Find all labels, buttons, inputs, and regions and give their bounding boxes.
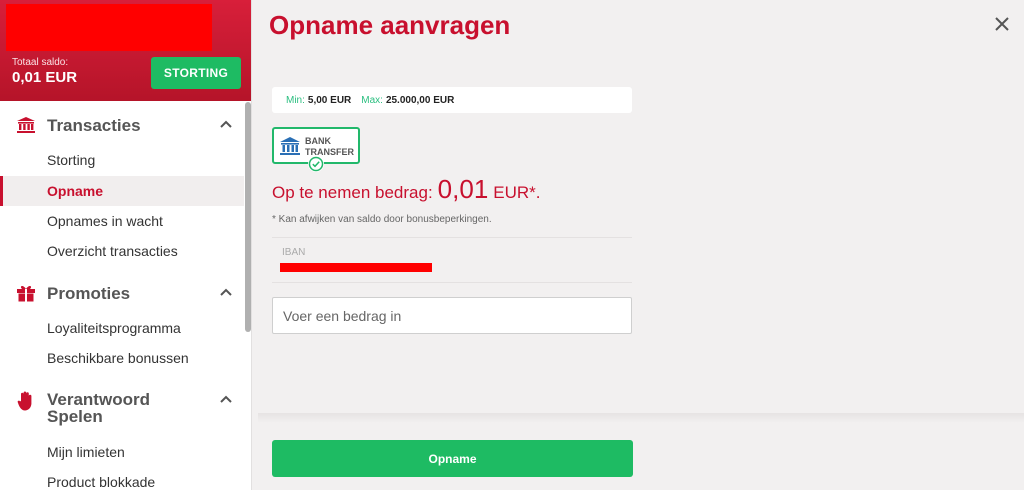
checkmark-icon xyxy=(308,156,324,172)
withdraw-panel: Opname aanvragen Min: 5,00 EUR Max: 25.0… xyxy=(252,0,1024,490)
bank-icon xyxy=(15,114,37,136)
max-label: Max: xyxy=(361,94,383,106)
sidebar-item-product-blokkade[interactable]: Product blokkade xyxy=(0,467,244,490)
section-title: Promoties xyxy=(47,283,131,303)
iban-label: IBAN xyxy=(282,247,306,258)
min-value: 5,00 EUR xyxy=(307,94,352,106)
payment-method-bank-transfer[interactable]: BANK TRANSFER xyxy=(272,127,360,172)
section-promoties[interactable]: Promoties xyxy=(0,282,244,304)
section-title: Verantwoord Spelen xyxy=(47,390,150,426)
sidebar-item-opname[interactable]: Opname xyxy=(0,176,244,206)
footer-divider xyxy=(258,413,1024,423)
sidebar-item-beschikbare-bonussen[interactable]: Beschikbare bonussen xyxy=(0,343,244,373)
min-label: Min: xyxy=(286,94,305,106)
amount-value: 0,01 xyxy=(437,174,489,204)
section-title: Transacties xyxy=(47,115,141,135)
sidebar-item-loyaliteitsprogramma[interactable]: Loyaliteitsprogramma xyxy=(0,313,244,343)
payment-method-label: BANK TRANSFER xyxy=(305,136,354,158)
max-value: 25.000,00 EUR xyxy=(385,94,455,106)
payment-method-line1: BANK xyxy=(305,136,331,146)
hand-stop-icon xyxy=(15,390,37,412)
chevron-up-icon xyxy=(220,395,232,403)
amount-currency: EUR*. xyxy=(493,183,541,202)
gift-icon xyxy=(15,282,37,304)
deposit-button[interactable]: STORTING xyxy=(151,57,241,89)
sidebar-scrollbar[interactable] xyxy=(244,101,251,490)
amount-label: Op te nemen bedrag: xyxy=(272,183,433,202)
sidebar-item-opnames-in-wacht[interactable]: Opnames in wacht xyxy=(0,206,244,236)
withdraw-amount-line: Op te nemen bedrag: 0,01 EUR*. xyxy=(272,174,541,205)
redacted-username xyxy=(6,4,212,51)
bank-icon xyxy=(280,137,300,155)
divider xyxy=(272,282,632,283)
withdraw-button[interactable]: Opname xyxy=(272,440,633,477)
sidebar-item-storting[interactable]: Storting xyxy=(0,145,244,175)
section-verantwoord-spelen[interactable]: Verantwoord Spelen xyxy=(0,390,244,426)
scrollbar-thumb[interactable] xyxy=(245,102,251,332)
close-icon[interactable] xyxy=(992,14,1012,34)
redacted-iban-value xyxy=(280,263,432,272)
total-balance-value: 0,01 EUR xyxy=(12,69,78,86)
bonus-note: * Kan afwijken van saldo door bonusbeper… xyxy=(272,214,492,225)
limits-bar: Min: 5,00 EUR Max: 25.000,00 EUR xyxy=(272,87,632,113)
amount-input[interactable] xyxy=(272,297,632,334)
sidebar-item-overzicht-transacties[interactable]: Overzicht transacties xyxy=(0,236,244,266)
balance-header: Totaal saldo: 0,01 EUR STORTING xyxy=(0,0,251,101)
divider xyxy=(272,237,632,238)
chevron-up-icon xyxy=(220,120,232,128)
total-balance-label: Totaal saldo: xyxy=(12,57,69,68)
page-title: Opname aanvragen xyxy=(269,10,511,40)
sidebar: Totaal saldo: 0,01 EUR STORTING Transact… xyxy=(0,0,252,490)
section-transacties[interactable]: Transacties xyxy=(0,114,244,136)
chevron-up-icon xyxy=(220,288,232,296)
sidebar-item-mijn-limieten[interactable]: Mijn limieten xyxy=(0,437,244,467)
